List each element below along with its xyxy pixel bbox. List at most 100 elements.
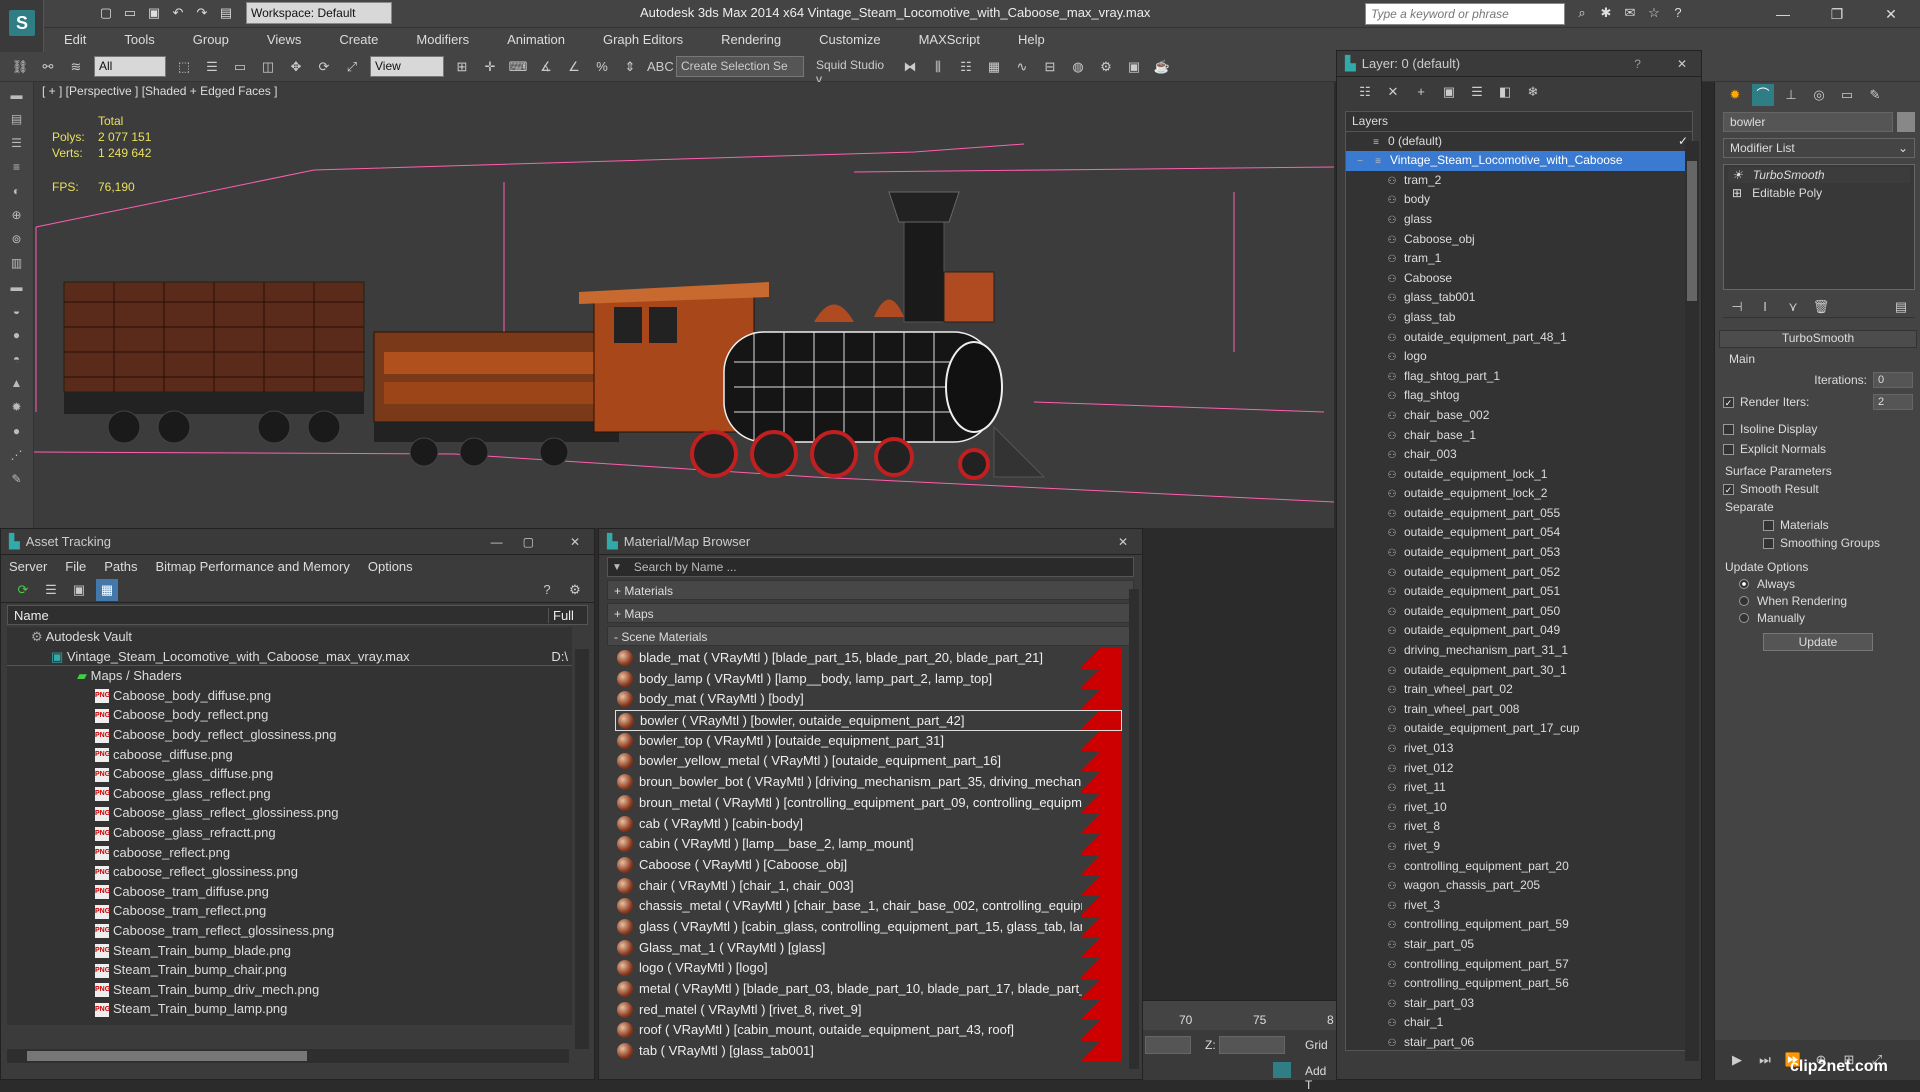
help-search-input[interactable]: Type a keyword or phrase (1365, 3, 1565, 25)
stack-turbosmooth[interactable]: ☀ TurboSmooth (1728, 167, 1910, 183)
binoculars-icon[interactable]: ⌕ (1572, 3, 1592, 23)
remove-modifier-icon[interactable]: 🗑 (1810, 296, 1832, 318)
layer-object-row[interactable]: ⚇ glass (1346, 210, 1692, 230)
material-row[interactable]: chair ( VRayMtl ) [chair_1, chair_003] (615, 875, 1122, 897)
make-unique-icon[interactable]: ⋎ (1782, 296, 1804, 318)
asset-hscrollbar[interactable] (7, 1049, 569, 1063)
help-icon[interactable]: ? (536, 579, 558, 601)
layer-object-row[interactable]: ⚇ tram_1 (1346, 249, 1692, 269)
window-crossing-icon[interactable]: ◫ (257, 56, 279, 78)
angle-snap-icon[interactable]: ∠ (563, 56, 585, 78)
turbosmooth-rollout-header[interactable]: TurboSmooth (1719, 330, 1917, 348)
bind-space-warp-icon[interactable]: ≋ (65, 56, 87, 78)
motion-tab-icon[interactable]: ◎ (1808, 84, 1830, 106)
asset-menu-file[interactable]: File (65, 559, 86, 574)
keyboard-shortcut-icon[interactable]: ⌨ (507, 56, 529, 78)
smoothing-groups-checkbox[interactable] (1763, 537, 1774, 549)
matbrowser-scrollbar[interactable] (1129, 589, 1139, 1069)
vault-row[interactable]: ⚙ Autodesk Vault (7, 627, 572, 647)
layer-tool-icon[interactable]: ☷ (1354, 81, 1376, 103)
select-by-name-icon[interactable]: ☰ (201, 56, 223, 78)
layer-object-row[interactable]: ⚇ outaide_equipment_lock_1 (1346, 465, 1692, 485)
render-icon[interactable]: ☕ (1151, 56, 1173, 78)
material-row[interactable]: bowler_yellow_metal ( VRayMtl ) [outaide… (615, 751, 1122, 773)
material-row[interactable]: bowler ( VRayMtl ) [bowler, outaide_equi… (615, 710, 1122, 731)
material-row[interactable]: Glass_mat_1 ( VRayMtl ) [glass] (615, 937, 1122, 959)
perspective-viewport[interactable]: [ + ] [Perspective ] [Shaded + Edged Fac… (34, 82, 1334, 528)
material-row[interactable]: chassis_metal ( VRayMtl ) [chair_base_1,… (615, 896, 1122, 917)
stack-editable-poly[interactable]: ⊞ Editable Poly (1728, 185, 1910, 201)
thumbnail-icon[interactable]: ▣ (68, 579, 90, 601)
close-icon[interactable]: ✕ (1677, 57, 1687, 71)
object-color-swatch[interactable] (1897, 112, 1915, 132)
modify-tab-icon[interactable]: ⌒ (1752, 84, 1774, 106)
layer-object-row[interactable]: ⚇ rivet_3 (1346, 896, 1692, 916)
menu-help[interactable]: Help (1018, 28, 1045, 52)
minimize-icon[interactable]: — (1768, 2, 1798, 26)
app-menu-button[interactable]: S (0, 0, 44, 54)
material-row[interactable]: blade_mat ( VRayMtl ) [blade_part_15, bl… (615, 648, 1122, 669)
spinner-snap-icon[interactable]: ⇕ (619, 56, 641, 78)
materials-group[interactable]: + Materials (607, 580, 1134, 600)
tool-icon-1[interactable]: ▬ (6, 88, 28, 106)
layer-object-row[interactable]: ⚇ chair_1 (1346, 1013, 1692, 1033)
select-object-icon[interactable]: ⬚ (173, 56, 195, 78)
tool-icon-7[interactable]: ⊚ (6, 232, 28, 250)
refresh-icon[interactable]: ⟳ (12, 579, 34, 601)
menu-group[interactable]: Group (193, 28, 229, 52)
add-layer-icon[interactable]: + (1410, 81, 1432, 103)
menu-edit[interactable]: Edit (64, 28, 86, 52)
tool-icon-15[interactable]: ● (6, 424, 28, 442)
menu-views[interactable]: Views (267, 28, 301, 52)
maximize-icon[interactable]: ▢ (523, 535, 534, 549)
layer-object-row[interactable]: ⚇ controlling_equipment_part_20 (1346, 857, 1692, 877)
manually-radio[interactable] (1739, 613, 1749, 623)
asset-vscrollbar[interactable] (575, 649, 589, 1049)
select-layer-icon[interactable]: ▣ (1438, 81, 1460, 103)
new-icon[interactable]: ▢ (96, 3, 116, 23)
layer-object-row[interactable]: ⚇ glass_tab001 (1346, 288, 1692, 308)
restore-icon[interactable]: ❐ (1822, 2, 1852, 26)
map-file-row[interactable]: PNG Caboose_glass_reflect.png (7, 784, 572, 804)
add-time-tag[interactable]: Add T (1305, 1064, 1336, 1092)
map-file-row[interactable]: PNG Caboose_tram_diffuse.png (7, 882, 572, 902)
tool-icon-4[interactable]: ≡ (6, 160, 28, 178)
scale-icon[interactable]: ⤢ (341, 56, 363, 78)
material-row[interactable]: broun_metal ( VRayMtl ) [controlling_equ… (615, 792, 1122, 814)
map-file-row[interactable]: PNG caboose_reflect_glossiness.png (7, 862, 572, 882)
mirror-icon[interactable]: ⧓ (899, 56, 921, 78)
material-row[interactable]: body_lamp ( VRayMtl ) [lamp__body, lamp_… (615, 668, 1122, 690)
tool-icon-11[interactable]: ● (6, 328, 28, 346)
map-file-row[interactable]: PNG Caboose_glass_diffuse.png (7, 764, 572, 784)
material-row[interactable]: broun_bowler_bot ( VRayMtl ) [driving_me… (615, 772, 1122, 793)
layer-scrollbar[interactable] (1685, 141, 1699, 1061)
layer-object-row[interactable]: ⚇ logo (1346, 347, 1692, 367)
layer-object-row[interactable]: ⚇ stair_part_06 (1346, 1033, 1692, 1050)
maps-group[interactable]: + Maps (607, 603, 1134, 623)
layer-object-row[interactable]: ⚇ stair_part_05 (1346, 935, 1692, 955)
map-file-row[interactable]: PNG Steam_Train_bump_chair.png (7, 960, 572, 980)
menu-maxscript[interactable]: MAXScript (919, 28, 980, 52)
layer-object-row[interactable]: ⚇ outaide_equipment_part_17_cup (1346, 719, 1692, 739)
schematic-icon[interactable]: ⊟ (1039, 56, 1061, 78)
materials-checkbox[interactable] (1763, 519, 1774, 531)
layer-object-row[interactable]: ⚇ Caboose (1346, 269, 1692, 289)
edit-named-sets-icon[interactable]: ABC (647, 56, 674, 78)
map-file-row[interactable]: PNG Caboose_glass_reflect_glossiness.png (7, 803, 572, 823)
update-button[interactable]: Update (1763, 633, 1873, 651)
hierarchy-tab-icon[interactable]: ⊥ (1780, 84, 1802, 106)
menu-customize[interactable]: Customize (819, 28, 880, 52)
utilities-tab-icon[interactable]: ✎ (1864, 84, 1886, 106)
menu-create[interactable]: Create (339, 28, 378, 52)
layer-object-row[interactable]: ⚇ controlling_equipment_part_59 (1346, 915, 1692, 935)
rendered-frame-icon[interactable]: ▣ (1123, 56, 1145, 78)
link-icon[interactable]: ⛓ (9, 56, 31, 78)
layer-object-row[interactable]: ⚇ chair_base_1 (1346, 426, 1692, 446)
map-file-row[interactable]: PNG caboose_diffuse.png (7, 745, 572, 765)
render-iters-spinner[interactable]: 2 (1873, 394, 1913, 410)
dropdown-arrow-icon[interactable]: ▼ (608, 562, 626, 573)
material-row[interactable]: bowler_top ( VRayMtl ) [outaide_equipmen… (615, 730, 1122, 752)
asset-menu-server[interactable]: Server (9, 559, 47, 574)
named-selection-dropdown[interactable]: Create Selection Se (676, 56, 804, 77)
maps-folder-row[interactable]: ▰ Maps / Shaders (7, 666, 572, 686)
